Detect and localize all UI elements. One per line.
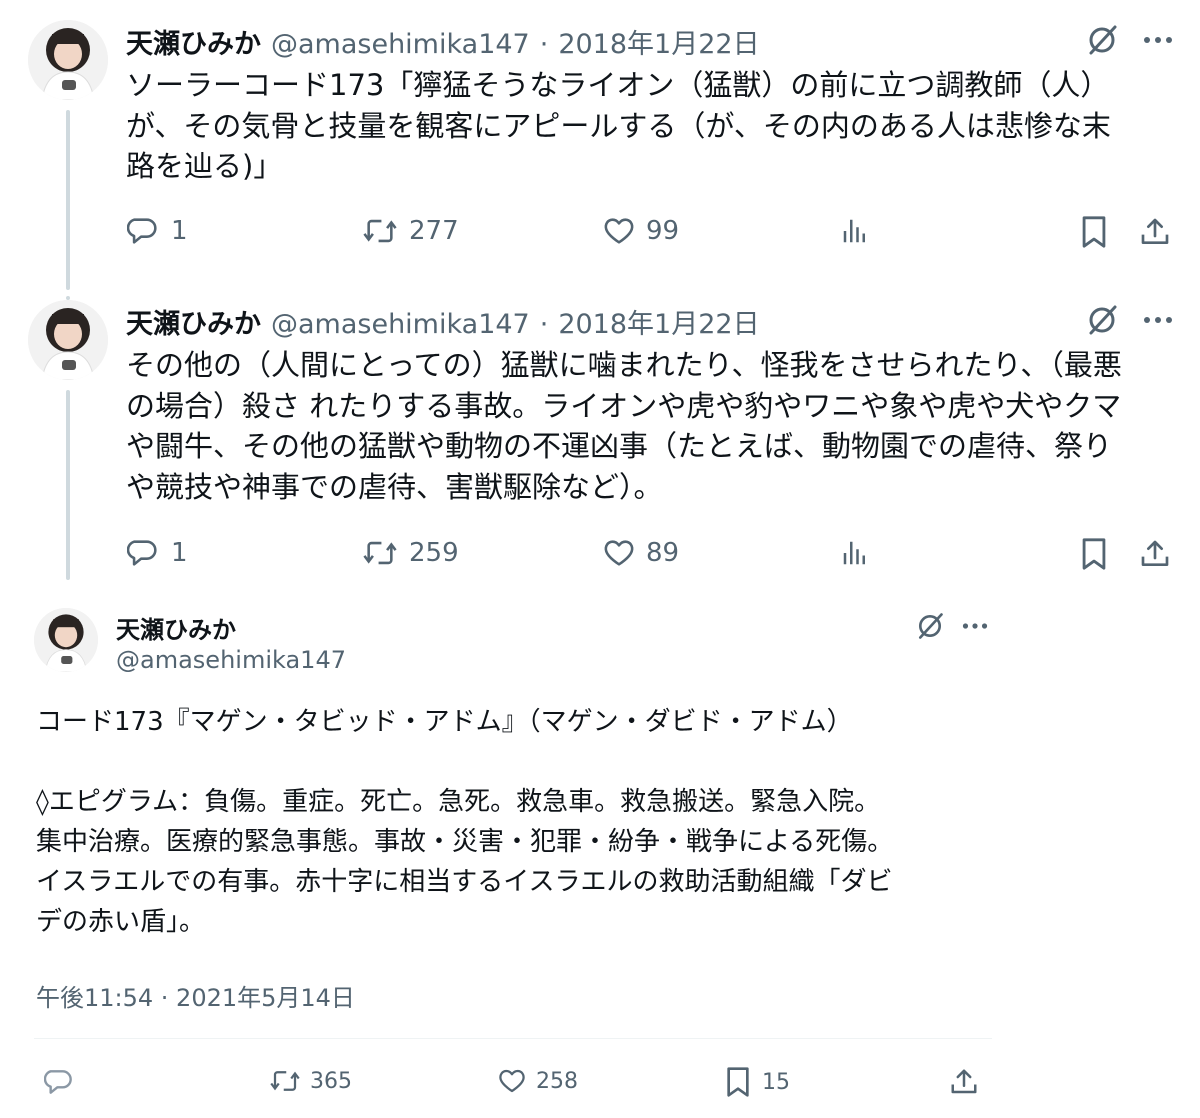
retweet-button[interactable]: 277 (361, 214, 459, 248)
grok-button[interactable] (910, 608, 950, 644)
like-icon (499, 1069, 525, 1093)
reply-button[interactable]: 1 (127, 536, 188, 570)
reply-count: 1 (171, 538, 188, 568)
like-count: 89 (646, 538, 680, 568)
display-name[interactable]: 天瀬ひみか (126, 22, 261, 61)
more-button[interactable] (1136, 300, 1180, 340)
bookmark-button[interactable] (1076, 214, 1112, 250)
grok-icon (918, 613, 943, 639)
bookmark-button[interactable]: 15 (724, 1066, 790, 1098)
more-icon (962, 623, 988, 629)
like-count: 258 (536, 1068, 578, 1094)
like-button[interactable]: 258 (496, 1066, 578, 1096)
bookmark-icon (727, 1067, 749, 1097)
thread-line (66, 390, 70, 580)
more-icon (1144, 37, 1172, 43)
bookmark-count: 15 (762, 1069, 790, 1095)
share-button[interactable] (946, 1064, 982, 1100)
thread-line (66, 110, 70, 290)
retweet-count: 259 (409, 538, 459, 568)
retweet-count: 277 (409, 216, 459, 246)
retweet-button[interactable]: 365 (268, 1066, 352, 1096)
display-name[interactable]: 天瀬ひみか (116, 610, 236, 645)
reply-button[interactable]: 1 (127, 214, 188, 248)
tweet-date[interactable]: 2018年1月22日 (558, 22, 759, 61)
like-count: 99 (646, 216, 680, 246)
tweet-text: その他の（人間にとっての）猛獣に噛まれたり、怪我をさせられたり、（最悪 の場合）… (126, 348, 1122, 504)
retweet-icon (363, 541, 397, 565)
more-button[interactable] (1136, 20, 1180, 60)
avatar[interactable] (34, 608, 98, 672)
reply-icon (127, 540, 157, 566)
share-icon (951, 1069, 977, 1094)
share-icon (1141, 540, 1169, 566)
retweet-icon (270, 1071, 300, 1091)
avatar[interactable] (28, 20, 108, 100)
more-button[interactable] (955, 608, 995, 644)
views-icon (843, 541, 865, 565)
views-button[interactable] (838, 214, 872, 248)
retweet-count: 365 (310, 1068, 352, 1094)
views-button[interactable] (838, 536, 872, 570)
views-icon (843, 219, 865, 243)
bookmark-icon (1082, 538, 1106, 570)
like-icon (604, 540, 634, 566)
tweet-text: コード173『マゲン・タビッド・アドム』（マゲン・ダビド・アドム） ◊エピグラム… (36, 707, 894, 937)
share-icon (1141, 218, 1169, 244)
handle[interactable]: @amasehimika147 (116, 646, 346, 674)
handle[interactable]: @amasehimika147 (271, 29, 530, 60)
separator: · (539, 29, 549, 60)
share-button[interactable] (1137, 214, 1173, 250)
tweet-date[interactable]: 2018年1月22日 (558, 302, 759, 341)
avatar-image (34, 608, 98, 672)
tweet-text: ソーラーコード173「獰猛そうなライオン（猛獣）の前に立つ調教師（人） が、その… (126, 68, 1111, 183)
reply-count: 1 (171, 216, 188, 246)
reply-button[interactable] (42, 1064, 78, 1100)
like-icon (604, 218, 634, 244)
avatar-image (28, 20, 108, 100)
reply-icon (127, 218, 157, 244)
retweet-button[interactable]: 259 (361, 536, 459, 570)
like-button[interactable]: 89 (602, 536, 679, 570)
like-button[interactable]: 99 (602, 214, 679, 248)
share-button[interactable] (1137, 536, 1173, 572)
tweet-timestamp[interactable]: 午後11:54 · 2021年5月14日 (36, 978, 355, 1013)
grok-button[interactable] (1080, 300, 1124, 340)
reply-icon (44, 1070, 72, 1094)
bookmark-button[interactable] (1076, 536, 1112, 572)
divider (34, 1038, 992, 1039)
more-icon (1144, 317, 1172, 323)
grok-button[interactable] (1080, 20, 1124, 60)
bookmark-icon (1082, 216, 1106, 248)
grok-icon (1089, 25, 1117, 55)
retweet-icon (363, 219, 397, 243)
avatar[interactable] (28, 300, 108, 380)
handle[interactable]: @amasehimika147 (271, 309, 530, 340)
avatar-image (28, 300, 108, 380)
separator: · (539, 309, 549, 340)
display-name[interactable]: 天瀬ひみか (126, 302, 261, 341)
grok-icon (1089, 305, 1117, 335)
